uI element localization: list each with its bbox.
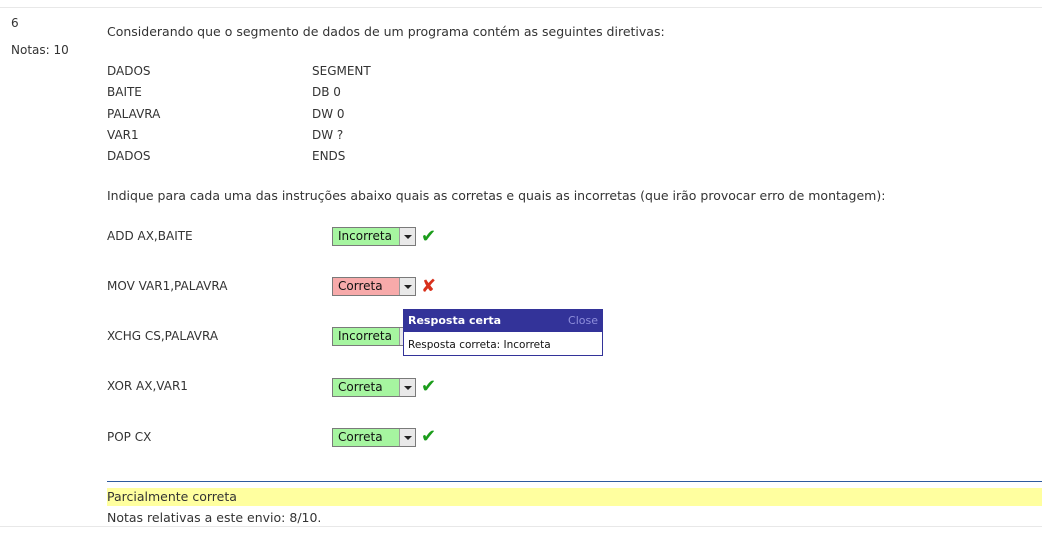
top-divider xyxy=(0,7,1042,8)
directive-name: BAITE xyxy=(107,85,142,99)
checkmark-icon: ✔ xyxy=(421,426,437,447)
select-value: Correta xyxy=(338,279,383,293)
instruction-prompt: Indique para cada uma das instruções aba… xyxy=(107,188,886,203)
popup-body: Resposta correta: Incorreta xyxy=(408,339,551,351)
directive-value: ENDS xyxy=(312,149,346,163)
question-text: Considerando que o segmento de dados de … xyxy=(107,24,665,39)
item-label-pop: POP CX xyxy=(107,430,152,444)
select-value: Incorreta xyxy=(338,329,392,343)
checkmark-icon: ✔ xyxy=(421,226,437,247)
directive-row: BAITE DB 0 xyxy=(107,85,341,99)
directive-value: DW ? xyxy=(312,128,344,142)
directive-value: SEGMENT xyxy=(312,64,371,78)
dropdown-arrow-icon[interactable] xyxy=(399,278,415,295)
directive-row: DADOS ENDS xyxy=(107,149,345,163)
directive-row: DADOS SEGMENT xyxy=(107,64,371,78)
directive-name: VAR1 xyxy=(107,128,139,142)
dropdown-arrow-icon[interactable] xyxy=(399,228,415,245)
answer-select-xor[interactable]: Correta xyxy=(332,378,416,397)
popup-title: Resposta certa xyxy=(408,314,502,327)
directive-row: VAR1 DW ? xyxy=(107,128,343,142)
question-number: 6 xyxy=(11,16,19,30)
checkmark-icon: ✔ xyxy=(421,376,437,397)
directive-value: DB 0 xyxy=(312,85,341,99)
correct-answer-popup: Resposta certa Close Resposta correta: I… xyxy=(403,309,603,356)
item-label-xor: XOR AX,VAR1 xyxy=(107,379,188,393)
item-label-add: ADD AX,BAITE xyxy=(107,229,193,243)
answer-select-add[interactable]: Incorreta xyxy=(332,227,416,246)
select-value: Incorreta xyxy=(338,229,392,243)
directive-name: PALAVRA xyxy=(107,107,161,121)
select-value: Correta xyxy=(338,430,383,444)
directive-name: DADOS xyxy=(107,149,151,163)
bottom-divider xyxy=(0,526,1042,527)
item-label-mov: MOV VAR1,PALAVRA xyxy=(107,279,228,293)
answer-select-mov[interactable]: Correta xyxy=(332,277,416,296)
dropdown-arrow-icon[interactable] xyxy=(399,429,415,446)
answer-select-pop[interactable]: Correta xyxy=(332,428,416,447)
cross-icon[interactable]: ✘ xyxy=(421,278,436,296)
popup-header: Resposta certa Close xyxy=(404,310,602,332)
directive-row: PALAVRA DW 0 xyxy=(107,107,345,121)
feedback-notes: Notas relativas a este envio: 8/10. xyxy=(107,510,322,525)
item-label-xchg: XCHG CS,PALAVRA xyxy=(107,329,219,343)
dropdown-arrow-icon[interactable] xyxy=(399,379,415,396)
feedback-divider xyxy=(107,481,1042,482)
popup-close-link[interactable]: Close xyxy=(568,310,598,332)
directive-value: DW 0 xyxy=(312,107,345,121)
directive-name: DADOS xyxy=(107,64,151,78)
select-value: Correta xyxy=(338,380,383,394)
question-grade: Notas: 10 xyxy=(11,43,69,57)
feedback-status: Parcialmente correta xyxy=(107,488,1042,506)
